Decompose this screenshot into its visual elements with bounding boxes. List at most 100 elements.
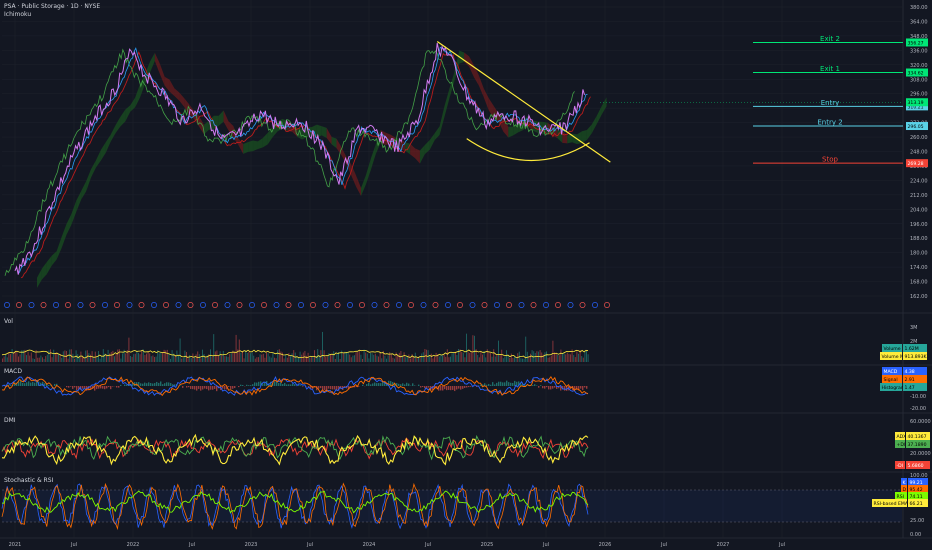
volume-bar xyxy=(11,349,13,362)
macd-histogram-bar xyxy=(334,386,336,390)
price-tick-label: 364.00 xyxy=(910,19,928,25)
volume-bar xyxy=(13,352,15,362)
volume-bar xyxy=(339,358,341,362)
macd-histogram-bar xyxy=(276,381,278,386)
macd-histogram-bar xyxy=(196,386,198,391)
chart-canvas[interactable]: 380.00364.00348.00336.00320.00308.00296.… xyxy=(0,0,932,550)
volume-bar xyxy=(562,353,563,362)
volume-bar xyxy=(539,350,541,362)
macd-tick-label: -20.00 xyxy=(910,406,926,412)
macd-histogram-bar xyxy=(48,385,50,386)
volume-bar xyxy=(120,358,122,362)
macd-histogram-bar xyxy=(192,386,194,390)
level-label-entry-2: Entry 2 xyxy=(817,119,842,127)
volume-bar xyxy=(366,353,368,362)
volume-bar xyxy=(405,357,407,362)
volume-bar xyxy=(128,337,130,362)
macd-histogram-bar xyxy=(156,381,158,386)
macd-legend-name: MACD xyxy=(884,369,898,375)
volume-bar xyxy=(29,355,31,362)
volume-bar xyxy=(541,352,543,362)
macd-histogram-bar xyxy=(228,386,230,387)
volume-bar xyxy=(266,352,267,362)
volume-bar xyxy=(144,354,146,362)
macd-histogram-bar xyxy=(180,385,182,386)
price-tick-label: 308.00 xyxy=(910,77,928,83)
volume-bar xyxy=(530,353,531,362)
volume-bar xyxy=(499,355,501,362)
macd-histogram-bar xyxy=(254,382,256,386)
macd-histogram-bar xyxy=(318,386,320,389)
volume-bar xyxy=(170,358,171,362)
volume-bar xyxy=(462,352,464,362)
macd-histogram-bar xyxy=(538,386,540,388)
macd-histogram-bar xyxy=(98,386,100,389)
volume-bar xyxy=(80,351,82,362)
level-label-stop: Stop xyxy=(822,156,838,164)
volume-bar xyxy=(286,357,288,362)
macd-histogram-bar xyxy=(116,386,118,388)
macd-histogram-bar xyxy=(584,386,586,388)
volume-bar xyxy=(245,350,247,362)
volume-bar xyxy=(168,354,170,362)
time-tick-label: 2023 xyxy=(245,542,258,548)
dmi-tick-label: 20.0000 xyxy=(910,451,931,457)
volume-bar xyxy=(2,358,3,362)
volume-bar xyxy=(243,358,245,362)
time-tick-label: 2026 xyxy=(599,542,612,548)
volume-bar xyxy=(371,353,373,362)
macd-histogram-bar xyxy=(286,384,288,386)
volume-bar xyxy=(419,356,421,362)
volume-bar xyxy=(326,356,328,362)
volume-bar xyxy=(222,350,224,362)
volume-bar xyxy=(51,357,53,362)
volume-bar xyxy=(490,353,491,362)
macd-histogram-bar xyxy=(540,385,542,386)
volume-bar xyxy=(283,358,285,362)
volume-bar xyxy=(250,353,251,362)
volume-bar xyxy=(398,352,400,362)
time-tick-label: Jul xyxy=(542,542,549,548)
volume-bar xyxy=(242,351,243,362)
macd-histogram-bar xyxy=(124,384,126,386)
volume-bar xyxy=(6,357,8,362)
macd-histogram-bar xyxy=(548,386,550,390)
volume-bar xyxy=(19,354,21,362)
volume-bar xyxy=(563,353,565,362)
volume-bar xyxy=(240,352,242,362)
volume-bar xyxy=(509,357,511,362)
macd-histogram-bar xyxy=(372,383,374,386)
time-tick-label: Jul xyxy=(424,542,431,548)
volume-bar xyxy=(501,349,503,362)
volume-bar xyxy=(358,351,360,362)
volume-bar xyxy=(141,351,143,362)
macd-tick-label: -10.00 xyxy=(910,394,926,400)
volume-bar xyxy=(333,351,335,362)
macd-histogram-bar xyxy=(30,382,32,386)
macd-histogram-bar xyxy=(582,386,584,391)
volume-bar xyxy=(54,352,56,362)
time-tick-label: 2022 xyxy=(127,542,140,548)
volume-bar xyxy=(46,354,48,362)
volume-bar xyxy=(349,354,351,362)
volume-bar xyxy=(10,354,11,362)
volume-bar xyxy=(507,355,509,362)
volume-bar xyxy=(178,355,179,362)
volume-bar xyxy=(211,356,213,362)
rsi-ema-legend-name: RSI-based EMA xyxy=(874,501,909,507)
macd-histogram-bar xyxy=(302,386,304,387)
volume-bar xyxy=(187,358,189,362)
volume-bar xyxy=(62,351,64,362)
volume-bar xyxy=(112,350,114,362)
volume-bar xyxy=(546,351,547,362)
volume-bar xyxy=(566,352,568,362)
macd-histogram-bar xyxy=(412,383,414,386)
volume-bar xyxy=(139,354,141,362)
time-tick-label: 2027 xyxy=(717,542,730,548)
macd-histogram-bar xyxy=(542,386,544,389)
macd-histogram-bar xyxy=(546,386,548,388)
volume-bar xyxy=(389,352,391,362)
macd-histogram-bar xyxy=(500,381,502,386)
volume-bar xyxy=(558,355,560,362)
volume-bar xyxy=(403,352,405,362)
